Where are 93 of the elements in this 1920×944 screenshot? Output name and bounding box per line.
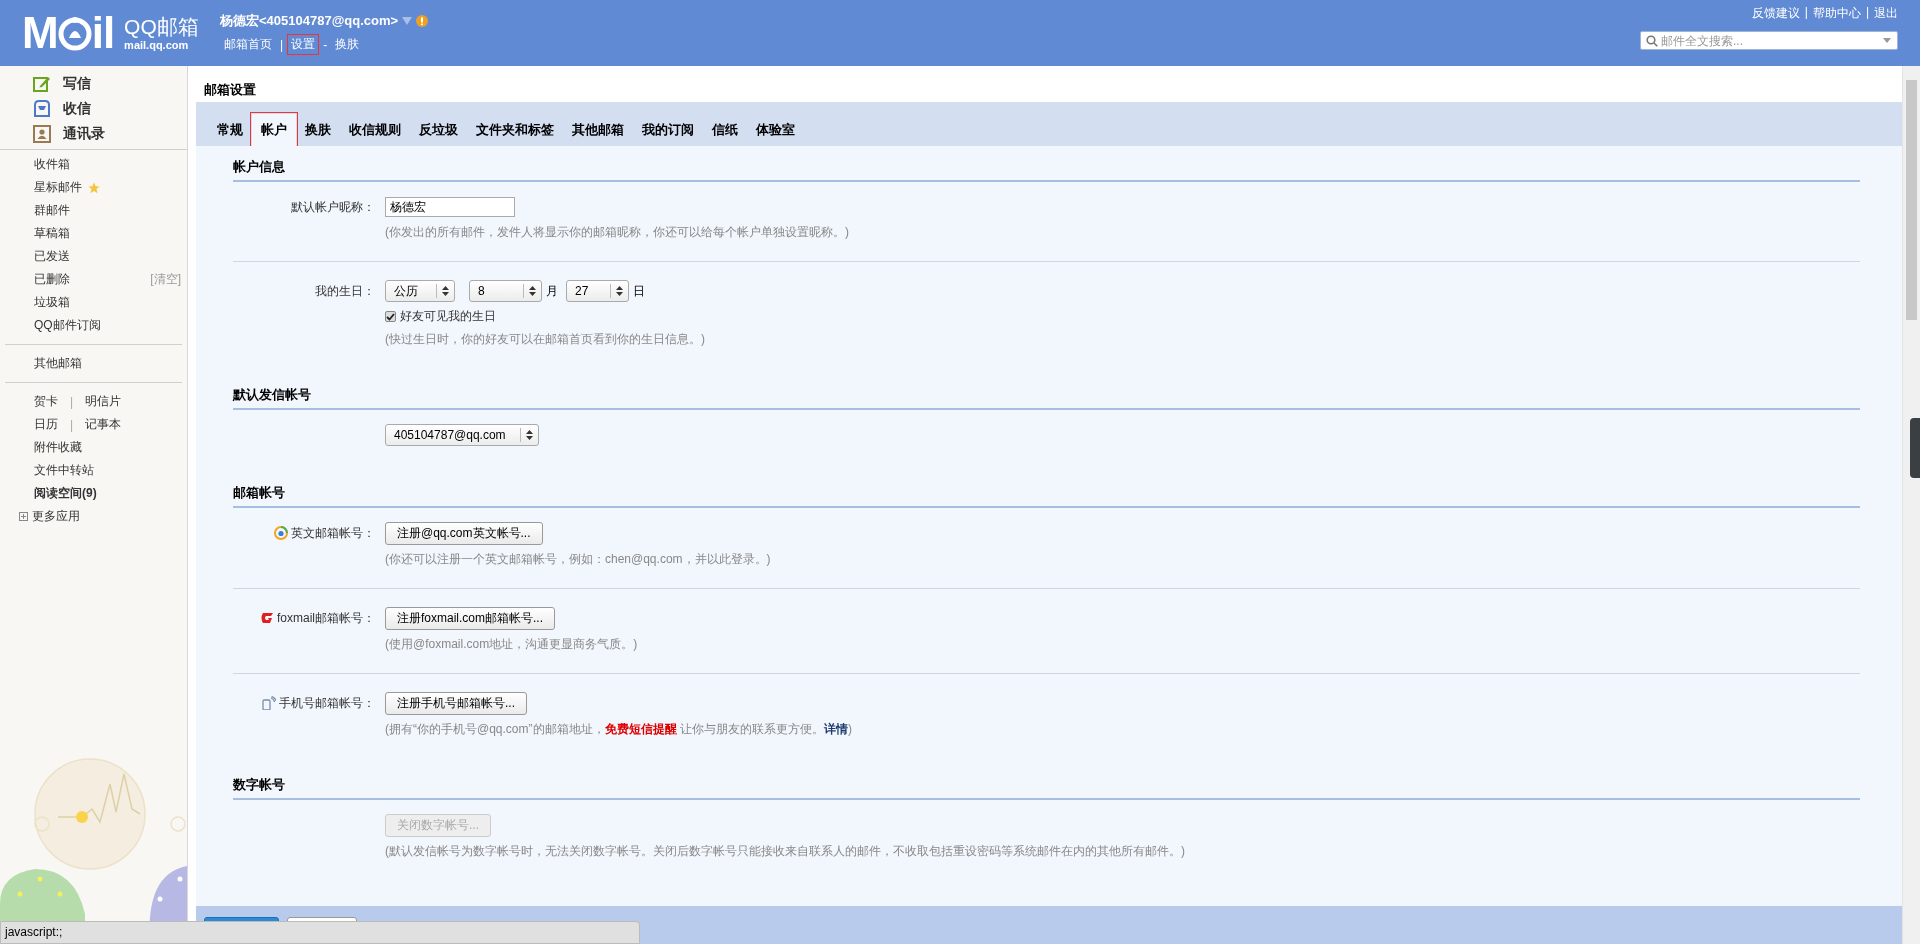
register-button[interactable]: 注册foxmail.com邮箱帐号...: [385, 607, 555, 630]
nickname-input[interactable]: 杨德宏: [385, 197, 515, 217]
settings-tab[interactable]: 常规: [208, 114, 252, 146]
checkbox[interactable]: [385, 311, 396, 322]
hint-text: (默认发信帐号为数字帐号时，无法关闭数字帐号。关闭后数字帐号只能接收来自联系人的邮件，不收取包括重设密码等系统邮件在内的其他所有邮件。): [385, 843, 1186, 860]
search-icon: [1646, 35, 1658, 47]
settings-tab[interactable]: 帐户: [252, 114, 296, 146]
scrollbar[interactable]: [1902, 66, 1920, 944]
separator: |: [70, 394, 74, 409]
sidebar-action[interactable]: 通讯录: [33, 125, 187, 143]
folder-link[interactable]: 草稿箱: [34, 225, 70, 242]
logo-text: M: [22, 11, 58, 55]
app-link[interactable]: 阅读空间(9): [34, 485, 97, 502]
star-icon: [88, 181, 100, 194]
register-button[interactable]: 注册手机号邮箱帐号...: [385, 692, 527, 715]
unit-label: 月: [546, 282, 558, 300]
hint-text: (快过生日时，你的好友可以在邮箱首页看到你的生日信息。): [385, 331, 706, 348]
side-handle[interactable]: [1910, 418, 1920, 478]
settings-tab[interactable]: 换肤: [296, 114, 340, 146]
field-label: 我的生日：: [315, 282, 375, 300]
spinner-arrows-icon: [442, 286, 449, 296]
details-link[interactable]: 详情: [823, 722, 848, 736]
logo-domain: mail.qq.com: [124, 38, 190, 51]
expand-plus-icon: [19, 512, 28, 521]
date-select[interactable]: 公历: [385, 280, 455, 302]
logo-name: QQ邮箱: [124, 15, 199, 39]
unit-label: 日: [633, 282, 645, 300]
spinner-arrows-icon: [529, 286, 536, 296]
register-button[interactable]: 注册@qq.com英文帐号...: [385, 522, 543, 545]
user-account: 杨德宏<405104787@qq.com>: [220, 12, 399, 30]
folder-link[interactable]: 文件中转站: [34, 462, 94, 479]
folder-link[interactable]: 群邮件: [34, 202, 70, 219]
dropdown-caret-icon: [1883, 38, 1891, 43]
section-heading: 邮箱帐号: [233, 476, 1860, 508]
hint-text: (你发出的所有邮件，发件人将显示你的邮箱昵称，你还可以给每个帐户单独设置昵称。): [385, 224, 850, 241]
settings-tab[interactable]: 收信规则: [340, 114, 410, 146]
folder-link[interactable]: 已发送: [34, 248, 70, 265]
settings-tab[interactable]: 反垃圾: [410, 114, 467, 146]
spinner-arrows-icon: [526, 430, 533, 440]
date-select[interactable]: 27: [566, 280, 629, 302]
warning-icon: [416, 15, 429, 27]
settings-tab[interactable]: 其他邮箱: [563, 114, 633, 146]
section-heading: 数字帐号: [233, 768, 1860, 800]
hint-text: (你还可以注册一个英文邮箱帐号，例如：chen@qq.com，并以此登录。): [385, 551, 772, 568]
contact-card-icon: [33, 125, 51, 143]
mobile-phone-icon: [262, 696, 276, 710]
checkmark-icon: [386, 312, 395, 321]
folder-link[interactable]: 收件箱: [34, 156, 70, 173]
settings-tab[interactable]: 文件夹和标签: [467, 114, 563, 146]
logo-bell-icon: [57, 14, 92, 52]
separator: |: [70, 417, 74, 432]
app-link[interactable]: 记事本: [85, 416, 122, 433]
pencil-square-icon: [33, 75, 51, 93]
ring-icon: [274, 526, 288, 540]
field-label: 英文邮箱帐号：: [291, 524, 375, 542]
section-heading: 帐户信息: [233, 150, 1860, 182]
sidebar-action[interactable]: 收信: [33, 100, 187, 118]
checkbox-label: 好友可见我的生日: [400, 308, 496, 325]
swirl-logo-icon: [260, 611, 274, 625]
spinner-arrows-icon: [616, 286, 623, 296]
search-field[interactable]: 邮件全文搜索...: [1640, 31, 1898, 50]
app-link[interactable]: 日历: [34, 416, 58, 433]
folder-link[interactable]: 已删除: [34, 271, 70, 288]
app-link[interactable]: 更多应用: [32, 508, 80, 525]
field-label: 默认帐户昵称：: [291, 198, 375, 216]
folder-link[interactable]: 附件收藏: [34, 439, 82, 456]
settings-tab[interactable]: 体验室: [747, 114, 804, 146]
app-link[interactable]: 明信片: [85, 393, 122, 410]
folder-link[interactable]: 星标邮件: [34, 179, 82, 196]
section-heading: 默认发信帐号: [233, 378, 1860, 410]
settings-tab[interactable]: 我的订阅: [633, 114, 703, 146]
folder-link[interactable]: 垃圾箱: [34, 294, 70, 311]
app-link[interactable]: 贺卡: [34, 393, 58, 410]
field-label: 手机号邮箱帐号：: [279, 694, 375, 712]
caret-icon: [402, 17, 413, 25]
inbox-tray-icon: [33, 100, 51, 118]
settings-tab[interactable]: 信纸: [703, 114, 747, 146]
separator: |: [1804, 5, 1808, 21]
hint-text: (使用@foxmail.com地址，沟通更显商务气质。): [385, 636, 639, 653]
account-select[interactable]: 405104787@qq.com: [385, 424, 539, 446]
logo-text: il: [91, 11, 115, 55]
scrollbar-thumb[interactable]: [1906, 80, 1917, 320]
separator: |: [280, 37, 284, 52]
field-label: foxmail邮箱帐号：: [277, 609, 375, 627]
folder-link[interactable]: 其他邮箱: [34, 355, 82, 372]
hint-text: (拥有“你的手机号@qq.com”的邮箱地址，免费短信提醒 让你与朋友的联系更方便。详情): [385, 721, 853, 738]
sidebar-action[interactable]: 写信: [33, 75, 187, 93]
folder-link[interactable]: QQ邮件订阅: [34, 317, 101, 334]
link-status-tooltip: javascript:;: [0, 921, 640, 944]
date-select[interactable]: 8: [469, 280, 542, 302]
separator: -: [323, 37, 328, 52]
page-title: 邮箱设置: [203, 81, 257, 99]
separator: |: [1865, 5, 1869, 21]
